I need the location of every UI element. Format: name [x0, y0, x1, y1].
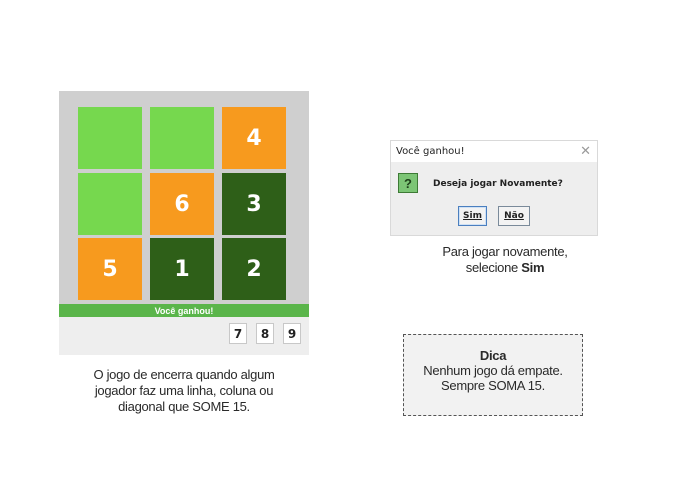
yes-button[interactable]: Sim [458, 206, 487, 226]
board-cell[interactable] [78, 173, 142, 235]
caption-text: selecione [465, 260, 522, 275]
caption-line: O jogo de encerra quando algum [93, 367, 275, 382]
board-cell[interactable]: 6 [150, 173, 214, 235]
caption-line: selecione Sim [400, 260, 610, 276]
game-end-caption: O jogo de encerra quando algum jogador f… [64, 367, 304, 415]
board-cell[interactable]: 5 [78, 238, 142, 300]
game-board: 4 6 3 5 1 2 [59, 91, 309, 304]
dialog-message: Deseja jogar Novamente? [433, 179, 563, 189]
caption-line: Para jogar novamente, [442, 244, 568, 259]
tip-box: Dica Nenhum jogo dá empate. Sempre SOMA … [403, 334, 583, 416]
board-cell[interactable]: 3 [222, 173, 286, 235]
number-button-7[interactable]: 7 [229, 323, 247, 344]
caption-line: jogador faz uma linha, coluna ou [94, 383, 274, 398]
board-cell[interactable]: 4 [222, 107, 286, 169]
no-button[interactable]: Não [498, 206, 530, 226]
board-cell[interactable] [78, 107, 142, 169]
play-again-caption: Para jogar novamente, selecione Sim [400, 244, 610, 276]
play-again-dialog: Você ganhou! ✕ ? Deseja jogar Novamente?… [390, 140, 598, 236]
close-icon[interactable]: ✕ [580, 143, 591, 159]
tip-line: Sempre SOMA 15. [441, 378, 545, 393]
number-button-9[interactable]: 9 [283, 323, 301, 344]
tip-line: Nenhum jogo dá empate. [423, 363, 563, 378]
caption-line: diagonal que SOME 15. [118, 399, 250, 414]
tip-title: Dica [479, 348, 507, 363]
dialog-title: Você ganhou! [396, 146, 465, 157]
question-icon: ? [398, 173, 418, 193]
remaining-numbers-bar: 7 8 9 [59, 317, 309, 355]
win-banner: Você ganhou! [59, 304, 309, 317]
game-window: 4 6 3 5 1 2 Você ganhou! 7 8 9 [59, 91, 309, 355]
number-button-8[interactable]: 8 [256, 323, 274, 344]
caption-emphasis: Sim [521, 260, 545, 275]
dialog-titlebar: Você ganhou! ✕ [391, 141, 597, 162]
board-cell[interactable]: 1 [150, 238, 214, 300]
board-cell[interactable] [150, 107, 214, 169]
board-cell[interactable]: 2 [222, 238, 286, 300]
